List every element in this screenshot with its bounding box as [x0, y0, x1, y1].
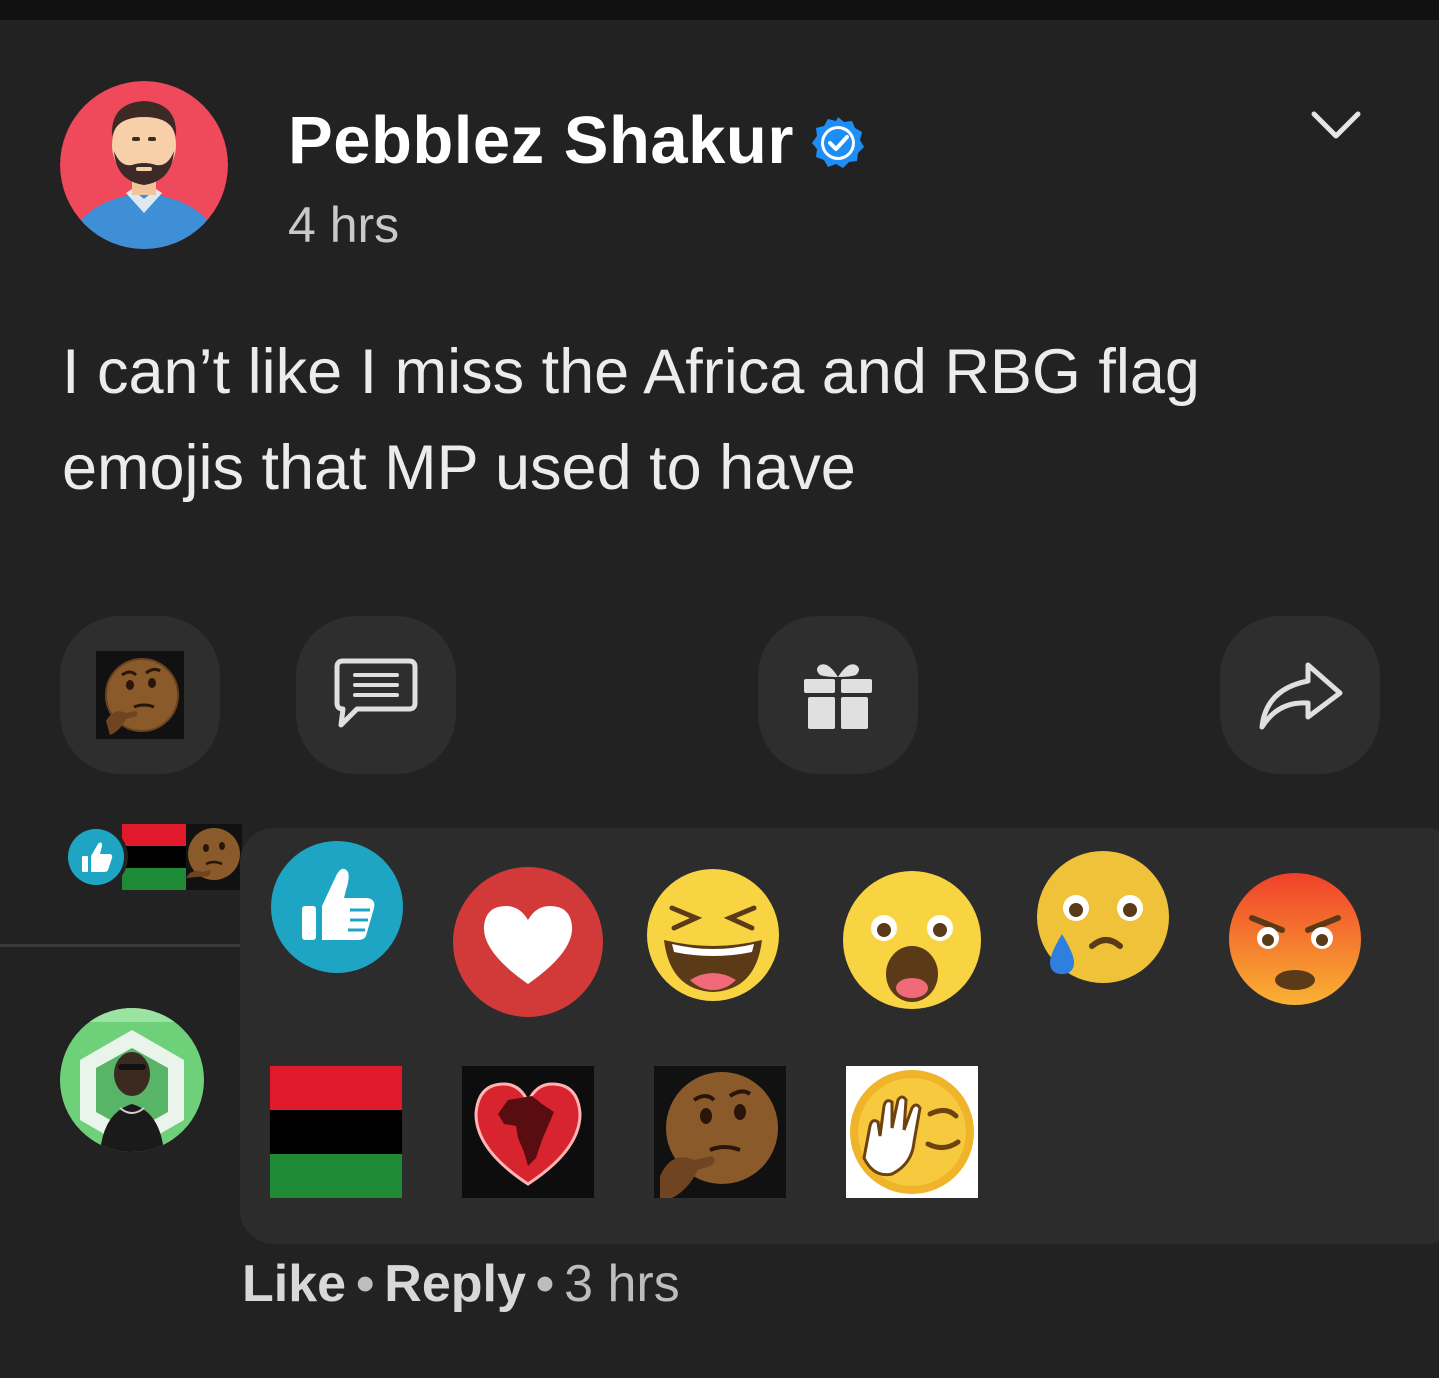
sad-reaction-icon[interactable]	[1036, 850, 1170, 984]
separator-dot: •	[535, 1255, 555, 1313]
comment-reply-link[interactable]: Reply	[384, 1255, 526, 1313]
africa-heart-emoji[interactable]	[462, 1066, 594, 1198]
reaction-summary[interactable]	[62, 824, 244, 890]
love-reaction-icon[interactable]	[452, 866, 604, 1018]
haha-reaction-icon[interactable]	[646, 868, 780, 1002]
thinking-reaction-button[interactable]	[60, 616, 220, 774]
gift-button[interactable]	[758, 616, 918, 774]
wow-reaction-icon[interactable]	[842, 870, 982, 1010]
verified-badge-icon	[811, 117, 864, 168]
separator-dot: •	[356, 1255, 375, 1313]
chevron-down-icon[interactable]	[1308, 104, 1364, 148]
comment-icon	[334, 658, 418, 728]
share-button[interactable]	[1220, 616, 1380, 774]
comment-like-link[interactable]: Like	[242, 1255, 346, 1313]
comment-timestamp: 3 hrs	[564, 1255, 680, 1313]
rbg-flag-emoji[interactable]	[270, 1066, 402, 1198]
rbg-flag-icon	[122, 824, 186, 890]
comment-actions: Like • Reply • 3 hrs	[242, 1254, 680, 1314]
section-divider	[0, 944, 240, 947]
status-bar-strip	[0, 0, 1439, 20]
share-arrow-icon	[1259, 662, 1343, 730]
comment-button[interactable]	[296, 616, 456, 774]
commenter-avatar[interactable]	[60, 1008, 204, 1152]
like-icon	[64, 825, 128, 889]
thinking-face-icon	[180, 824, 242, 890]
author-name[interactable]: Pebblez Shakur	[288, 102, 794, 179]
author-avatar[interactable]	[60, 81, 228, 249]
gift-icon	[804, 664, 872, 729]
post-timestamp: 4 hrs	[288, 197, 400, 253]
thinking-face-emoji[interactable]	[654, 1066, 786, 1198]
author-line: Pebblez Shakur	[288, 100, 866, 180]
reaction-picker	[240, 828, 1439, 1244]
post-body-text: I can’t like I miss the Africa and RBG f…	[62, 337, 1200, 503]
like-reaction-icon[interactable]	[270, 840, 404, 974]
angry-reaction-icon[interactable]	[1228, 872, 1362, 1006]
facepalm-emoji[interactable]	[846, 1066, 978, 1198]
thinking-face-icon	[96, 651, 184, 739]
